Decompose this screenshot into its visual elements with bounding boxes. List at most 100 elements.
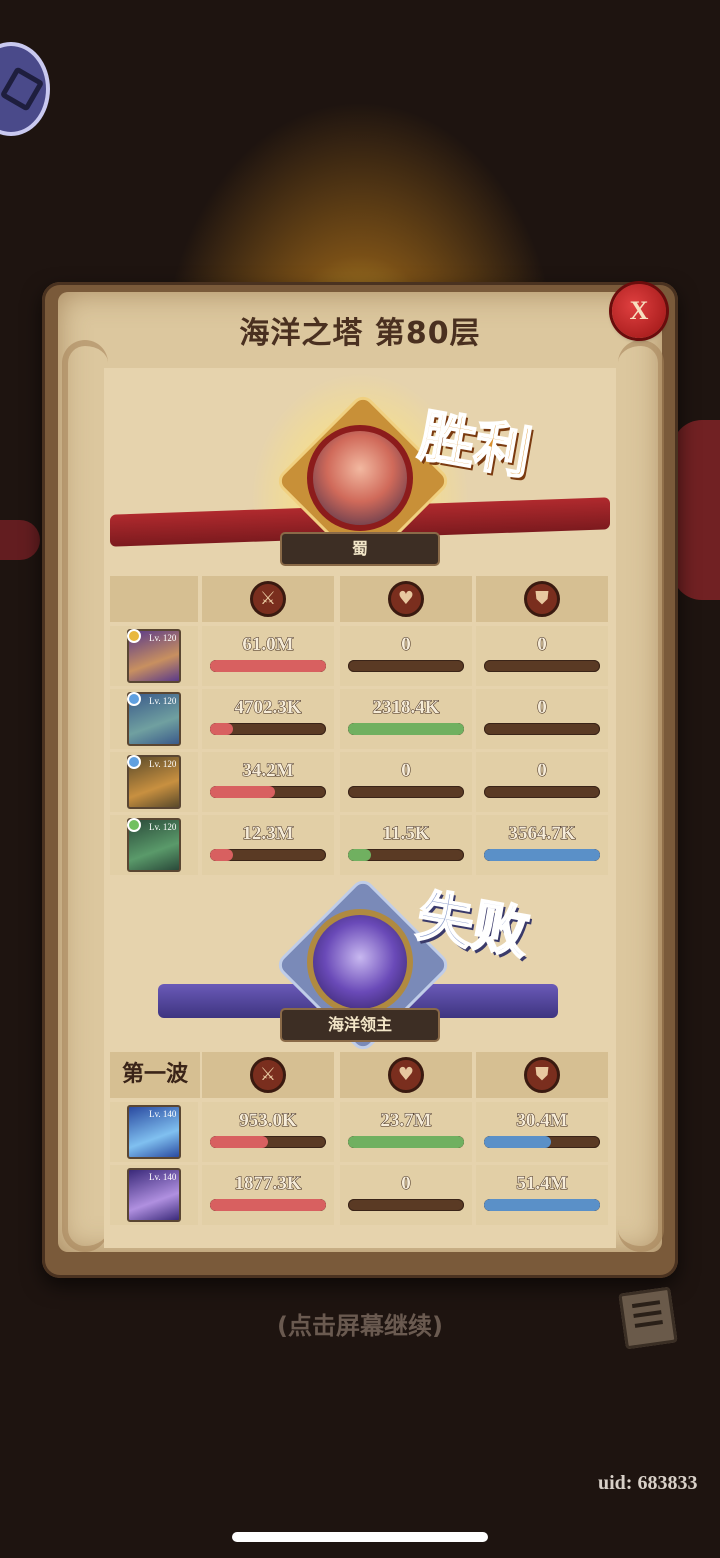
stat-bar [210,1136,326,1148]
hero-portrait[interactable]: Lv. 120 [127,755,181,809]
stat-cell: 61.0M [202,626,334,686]
stat-bar-fill [210,786,275,798]
close-button[interactable]: X [612,284,666,338]
stat-value: 0 [401,760,412,782]
sword-icon: ⚔ [250,1057,286,1093]
hero-portrait[interactable]: Lv. 120 [127,629,181,683]
stat-bar [348,1136,464,1148]
stat-bar-fill [348,1136,464,1148]
stat-value: 12.3M [242,823,294,845]
stat-value: 23.7M [380,1110,432,1132]
table-header-cell [110,576,198,622]
stat-cell: 23.7M [340,1102,472,1162]
hero-portrait[interactable]: Lv. 120 [127,818,181,872]
side-menu-icon[interactable] [0,42,50,136]
shield-icon: ⛊ [524,1057,560,1093]
hero-portrait[interactable]: Lv. 140 [127,1168,181,1222]
stat-cell: 0 [340,752,472,812]
stat-cell: 3564.7K [476,815,608,875]
battle-log-icon[interactable] [618,1286,678,1350]
stat-bar-fill [484,1136,552,1148]
stat-cell: 0 [476,689,608,749]
hero-level: Lv. 140 [149,1109,177,1119]
hero-rank-badge [127,692,141,706]
hero-level: Lv. 120 [149,633,177,643]
stat-bar [348,660,464,672]
stat-cell: 1877.3K [202,1165,334,1225]
stat-value: 0 [401,634,412,656]
stat-bar [348,723,464,735]
stat-value: 11.5K [382,823,430,845]
continue-hint[interactable]: (点击屏幕继续) [0,1306,720,1341]
home-indicator[interactable] [232,1532,488,1542]
defeat-team-name: 海洋领主 [282,1010,438,1040]
stat-cell: 0 [340,1165,472,1225]
heart-icon: ♥ [388,1057,424,1093]
decorative-ribbon [672,420,720,600]
stat-value: 0 [537,697,548,719]
hero-rank-badge [127,755,141,769]
stat-bar-fill [210,1136,268,1148]
decorative-ribbon [0,520,40,560]
stat-bar-fill [484,1199,600,1211]
hero-level: Lv. 120 [149,759,177,769]
victory-hero-avatar [307,425,413,531]
stat-value: 0 [537,634,548,656]
shield-icon: ⛊ [524,581,560,617]
stat-cell: 0 [340,626,472,686]
stat-value: 51.4M [516,1173,568,1195]
stat-bar [210,660,326,672]
stat-bar [348,849,464,861]
stat-bar [348,1199,464,1211]
stat-cell: 12.3M [202,815,334,875]
stat-cell: 0 [476,752,608,812]
defeat-boss-avatar [307,909,413,1015]
stat-bar [210,786,326,798]
decorative-vine [62,340,108,1252]
stat-value: 61.0M [242,634,294,656]
stat-bar [348,786,464,798]
stat-value: 2318.4K [372,697,440,719]
sword-icon: ⚔ [250,581,286,617]
stat-value: 30.4M [516,1110,568,1132]
wave-label: 第一波 [110,1052,200,1098]
hero-rank-badge [127,629,141,643]
stat-value: 0 [401,1173,412,1195]
stat-value: 3564.7K [508,823,576,845]
hero-rank-badge [127,818,141,832]
stat-value: 953.0K [239,1110,298,1132]
stat-value: 34.2M [242,760,294,782]
stat-cell: 2318.4K [340,689,472,749]
stat-bar [484,1136,600,1148]
stat-bar-fill [210,660,326,672]
stat-bar [484,1199,600,1211]
stat-bar [210,1199,326,1211]
stat-cell: 0 [476,626,608,686]
hero-portrait[interactable]: Lv. 140 [127,1105,181,1159]
stat-bar-fill [210,1199,326,1211]
hero-level: Lv. 120 [149,696,177,706]
stat-bar [484,723,600,735]
stat-bar-fill [348,849,372,861]
stat-bar [210,723,326,735]
stat-cell: 11.5K [340,815,472,875]
heart-icon: ♥ [388,581,424,617]
hero-level: Lv. 140 [149,1172,177,1182]
stat-bar-fill [348,723,464,735]
hero-level: Lv. 120 [149,822,177,832]
stat-cell: 51.4M [476,1165,608,1225]
stat-bar [484,849,600,861]
hero-portrait[interactable]: Lv. 120 [127,692,181,746]
stat-bar-fill [484,849,600,861]
stat-cell: 4702.3K [202,689,334,749]
stat-cell: 34.2M [202,752,334,812]
victory-team-name: 蜀 [282,534,438,564]
stat-value: 1877.3K [234,1173,302,1195]
stat-bar [484,786,600,798]
stat-bar-fill [210,849,234,861]
stat-bar-fill [210,723,234,735]
stat-value: 0 [537,760,548,782]
decorative-vine [618,340,664,1252]
user-id: uid: 683833 [598,1472,698,1494]
stat-value: 4702.3K [234,697,302,719]
